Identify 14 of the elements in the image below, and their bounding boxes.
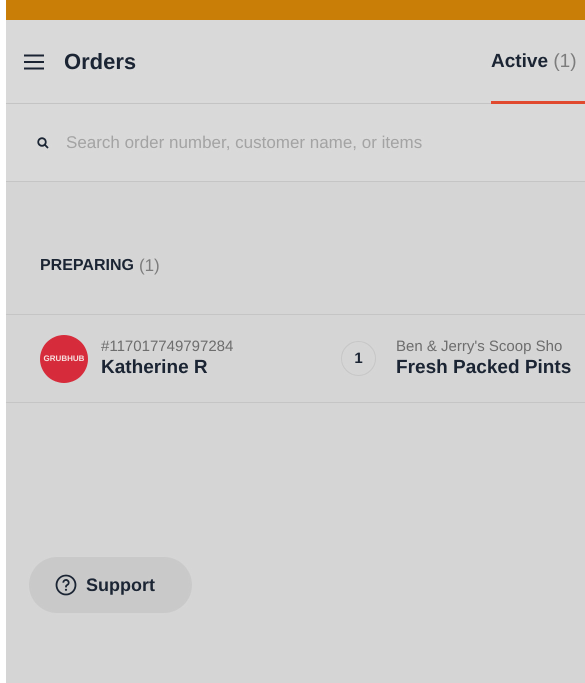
order-row[interactable]: GRUBHUB #117017749797284 Katherine R 1 Ben & Jerry's Scoop Sho Fresh Packed Pints bbox=[6, 315, 585, 403]
store-name: Ben & Jerry's Scoop Sho bbox=[396, 338, 564, 355]
section-title: PREPARING bbox=[40, 257, 134, 275]
logo-badge: GRUBHUB bbox=[40, 334, 88, 382]
search-icon bbox=[37, 136, 49, 148]
page-title: Orders bbox=[64, 48, 136, 74]
quantity-badge: 1 bbox=[341, 341, 376, 376]
item-name: Fresh Packed Pints bbox=[396, 357, 572, 379]
order-number: #117017749797284 bbox=[101, 338, 234, 355]
customer-name: Katherine R bbox=[101, 357, 209, 379]
section-count: (1) bbox=[138, 256, 160, 276]
support-button[interactable]: Support bbox=[29, 557, 192, 613]
menu-icon[interactable] bbox=[24, 54, 44, 70]
help-icon bbox=[55, 574, 77, 596]
